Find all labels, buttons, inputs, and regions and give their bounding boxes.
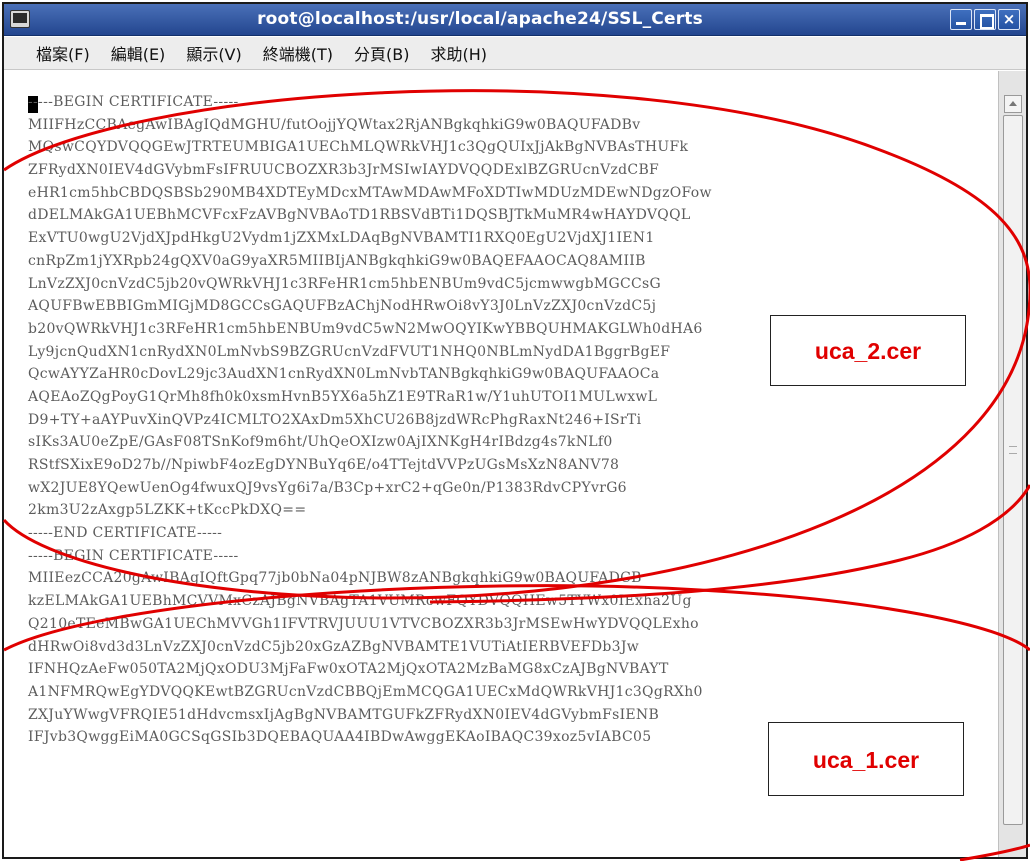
terminal-line: AQEAoZQgPoyG1QrMh8fh0k0xsmHvnB5YX6a5hZ1E… <box>28 388 658 405</box>
terminal-line: D9+TY+aAYPuvXinQVPz4ICMLTO2XAxDm5XhCU26B… <box>28 411 642 428</box>
terminal-line: MIIEezCCA20gAwIBAgIQftGpq77jb0bNa04pNJBW… <box>28 570 642 587</box>
terminal-line: wX2JUE8YQewUenOg4fwuxQJ9vsYg6i7a/B3Cp+xr… <box>28 479 627 496</box>
scroll-up-icon[interactable] <box>1004 95 1022 113</box>
terminal-line: IFNHQzAeFw050TA2MjQxODU3MjFaFw0xOTA2MjQx… <box>28 661 669 678</box>
terminal-line: AQUFBwEBBIGmMIGjMD8GCCsGAQUFBzAChjNodHRw… <box>28 298 657 315</box>
minimize-icon[interactable] <box>950 9 972 30</box>
terminal-line: cnRpZm1jYXRpb24gQXV0aG9yaXR5MIIBIjANBgkq… <box>28 252 646 269</box>
close-icon[interactable]: × <box>998 9 1020 30</box>
callout-uca-1: uca_1.cer <box>768 722 964 796</box>
terminal-line: QcwAYYZaHR0cDovL29jc3AudXN1cnRydXN0LmNvb… <box>28 366 660 383</box>
terminal-line: Q210eTEeMBwGA1UEChMVVGh1IFVTRVJUUU1VTVCB… <box>28 615 699 632</box>
terminal-line: b20vQWRkVHJ1c3RFeHR1cm5hbENBUm9vdC5wN2Mw… <box>28 320 703 337</box>
terminal-line: sIKs3AU0eZpE/GAsF08TSnKof9m6ht/UhQeOXIzw… <box>28 434 613 451</box>
menu-help[interactable]: 求助(H) <box>430 41 487 65</box>
menu-terminal[interactable]: 終端機(T) <box>263 41 333 65</box>
terminal-line: IFJvb3QwggEiMA0GCSqGSIb3DQEBAQUAA4IBDwAw… <box>28 729 652 746</box>
terminal-icon[interactable] <box>10 10 30 28</box>
window-title: root@localhost:/usr/local/apache24/SSL_C… <box>257 9 703 29</box>
terminal-line: -----BEGIN CERTIFICATE----- <box>28 547 239 564</box>
menu-edit[interactable]: 編輯(E) <box>111 41 166 65</box>
certificate-text: -----BEGIN CERTIFICATE----- MIIFHzCCBAegA… <box>28 91 712 749</box>
terminal-line: kzELMAkGA1UEBhMCVVMxCzAJBgNVBAgTA1VUMRcw… <box>28 593 692 610</box>
terminal-line: eHR1cm5hbCBDQSBSb290MB4XDTEyMDcxMTAwMDAw… <box>28 184 712 201</box>
terminal-line: RStfSXixE9oD27b//NpiwbF4ozEgDYNBuYq6E/o4… <box>28 457 620 473</box>
terminal-line: MQswCQYDVQQGEwJTRTEUMBIGA1UEChMLQWRkVHJ1… <box>28 139 689 156</box>
menu-tabs[interactable]: 分頁(B) <box>354 41 409 65</box>
window-controls: × <box>950 9 1020 30</box>
terminal-line: -----BEGIN CERTIFICATE----- <box>28 94 239 110</box>
terminal-line: Ly9jcnQudXN1cnRydXN0LmNvbS9BZGRUcnVzdFVU… <box>28 343 671 360</box>
terminal-line: 2km3U2zAxgp5LZKK+tKccPkDXQ== <box>28 502 307 519</box>
title-bar[interactable]: root@localhost:/usr/local/apache24/SSL_C… <box>4 4 1026 36</box>
menu-view[interactable]: 顯示(V) <box>186 41 241 65</box>
terminal-line: dHRwOi8vd3d3LnVzZXJ0cnVzdC5jb20xGzAZBgNV… <box>28 638 640 655</box>
terminal-line: dDELMAkGA1UEBhMCVFcxFzAVBgNVBAoTD1RBSVdB… <box>28 207 691 224</box>
terminal-line: -----END CERTIFICATE----- <box>28 525 223 542</box>
terminal-line: ExVTU0wgU2VjdXJpdHkgU2Vydm1jZXMxLDAqBgNV… <box>28 230 655 247</box>
vertical-scrollbar[interactable] <box>998 71 1026 857</box>
menu-bar: 檔案(F) 編輯(E) 顯示(V) 終端機(T) 分頁(B) 求助(H) <box>4 37 1026 70</box>
terminal-line: MIIFHzCCBAegAwIBAgIQdMGHU/futOojjYQWtax2… <box>28 116 641 133</box>
terminal-line: A1NFMRQwEgYDVQQKEwtBZGRUcnVzdCBBQjEmMCQG… <box>28 683 703 700</box>
maximize-icon[interactable] <box>974 9 996 30</box>
menu-file[interactable]: 檔案(F) <box>36 41 90 65</box>
terminal-line: ZFRydXN0IEV4dGVybmFsIFRUUCBOZXR3b3JrMSIw… <box>28 162 660 179</box>
terminal-line: ZXJuYWwgVFRQIE51dHdvcmsxIjAgBgNVBAMTGUFk… <box>28 706 660 723</box>
scroll-thumb[interactable] <box>1003 115 1023 825</box>
terminal-line: LnVzZXJ0cnVzdC5jb20vQWRkVHJ1c3RFeHR1cm5h… <box>28 275 661 292</box>
callout-uca-2: uca_2.cer <box>770 315 966 386</box>
